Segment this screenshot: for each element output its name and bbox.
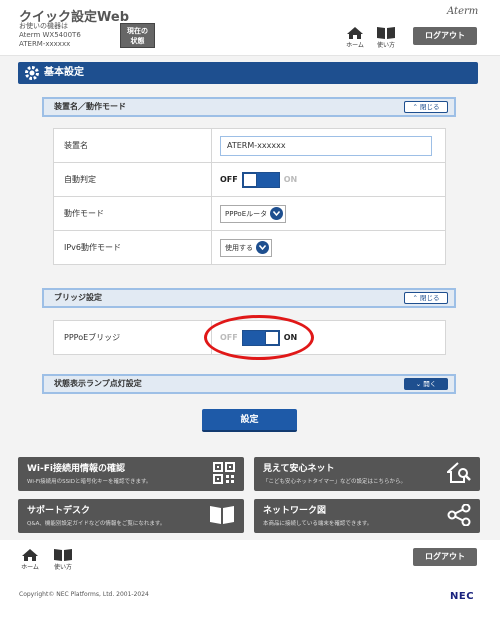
toggle-off-label: OFF xyxy=(220,175,238,184)
card-network-map[interactable]: ネットワーク図 本商品に接続している端末を確認できます。 xyxy=(254,499,480,533)
toggle-knob xyxy=(242,172,257,187)
table-row: 自動判定 OFF ON xyxy=(53,162,446,197)
toggle-on-label: ON xyxy=(283,175,298,184)
card-desc: Wi-Fi接続用のSSIDと暗号化キーを確認できます。 xyxy=(27,479,152,485)
card-desc: Q&A、機能別設定ガイドなどの情報をご覧になれます。 xyxy=(27,521,166,527)
expand-button[interactable]: ⌄ 開く xyxy=(404,378,448,390)
home-label: ホーム xyxy=(346,42,364,49)
expand-label: 開く xyxy=(423,380,437,388)
table-row: 動作モード PPPoEルータ xyxy=(53,196,446,231)
book-icon xyxy=(377,27,395,39)
current-status-button[interactable]: 現在の 状態 xyxy=(120,23,155,48)
current-status-label: 現在の 状態 xyxy=(127,27,148,45)
logout-button[interactable]: ログアウト xyxy=(413,27,477,45)
section-header-bridge: ブリッジ設定 ⌃ 閉じる xyxy=(42,288,456,308)
nec-logo: NEC xyxy=(450,591,475,602)
operation-mode-select[interactable]: PPPoEルータ xyxy=(220,204,287,223)
section-header-lamp: 状態表示ランプ点灯設定 ⌄ 開く xyxy=(42,374,456,394)
page-title-bar: 基本設定 xyxy=(18,62,478,84)
auto-detect-label: 自動判定 xyxy=(53,162,212,197)
chevron-down-icon xyxy=(270,207,284,220)
table-row: IPv6動作モード 使用する xyxy=(53,230,446,265)
home-icon xyxy=(22,549,38,561)
section-title: 状態表示ランプ点灯設定 xyxy=(54,379,142,388)
collapse-label: 閉じる xyxy=(420,103,440,111)
section-header-device-mode: 装置名／動作モード ⌃ 閉じる xyxy=(42,97,456,117)
share-network-icon xyxy=(447,503,471,530)
home-nav-button[interactable]: ホーム xyxy=(344,26,366,49)
qr-code-icon xyxy=(213,462,235,488)
device-name: ATERM-xxxxxx xyxy=(19,40,71,48)
auto-detect-toggle[interactable]: OFF ON xyxy=(220,171,298,188)
chevron-down-icon: ⌄ xyxy=(415,380,422,388)
select-value: 使用する xyxy=(225,243,253,252)
device-label: お使いの機器は xyxy=(19,22,68,30)
card-title: サポートデスク xyxy=(27,506,91,516)
help-nav-button[interactable]: 使い方 xyxy=(375,26,397,49)
copyright-text: Copyright© NEC Platforms, Ltd. 2001-2024 xyxy=(19,591,149,598)
card-title: ネットワーク図 xyxy=(263,506,327,516)
home-icon xyxy=(347,27,363,39)
card-desc: 本商品に接続している端末を確認できます。 xyxy=(263,521,373,527)
toggle-track xyxy=(241,171,280,188)
gear-icon xyxy=(24,65,40,90)
ipv6-mode-select[interactable]: 使用する xyxy=(220,238,272,257)
chevron-up-icon: ⌃ xyxy=(412,294,418,302)
table-row: 装置名 ATERM-xxxxxx xyxy=(53,128,446,163)
device-name-label: 装置名 xyxy=(53,128,212,163)
section-title: ブリッジ設定 xyxy=(54,293,102,302)
pppoe-bridge-label: PPPoEブリッジ xyxy=(53,320,212,355)
book-icon xyxy=(209,504,235,530)
select-value: PPPoEルータ xyxy=(225,209,268,218)
device-model: Aterm WX5400T6 xyxy=(19,31,81,39)
card-desc: 「こども安心ネットタイマー」などの設定はこちらから。 xyxy=(263,479,407,485)
book-icon xyxy=(54,549,72,561)
device-mode-table: 装置名 ATERM-xxxxxx 自動判定 OFF ON 動作モード PPPoE… xyxy=(53,128,446,265)
home-search-icon xyxy=(445,462,471,488)
chevron-down-icon xyxy=(256,241,269,254)
ipv6-mode-label: IPv6動作モード xyxy=(53,230,212,265)
card-title: 見えて安心ネット xyxy=(263,464,335,474)
card-title: Wi-Fi接続用情報の確認 xyxy=(27,464,125,474)
help-label: 使い方 xyxy=(53,564,72,571)
header: クイック設定Web お使いの機器は Aterm WX5400T6 ATERM-x… xyxy=(0,0,500,56)
home-label: ホーム xyxy=(21,564,39,571)
operation-mode-label: 動作モード xyxy=(53,196,212,231)
logout-button-bottom[interactable]: ログアウト xyxy=(413,548,477,566)
highlight-circle xyxy=(204,315,314,360)
card-mieru-anshin-net[interactable]: 見えて安心ネット 「こども安心ネットタイマー」などの設定はこちらから。 xyxy=(254,457,480,491)
page-title: 基本設定 xyxy=(44,67,84,78)
home-nav-button-bottom[interactable]: ホーム xyxy=(19,548,41,571)
chevron-up-icon: ⌃ xyxy=(412,103,418,111)
submit-settings-button[interactable]: 設定 xyxy=(202,409,297,432)
device-name-input[interactable]: ATERM-xxxxxx xyxy=(220,135,432,156)
collapse-label: 閉じる xyxy=(420,294,440,302)
card-wifi-info[interactable]: Wi-Fi接続用情報の確認 Wi-Fi接続用のSSIDと暗号化キーを確認できます… xyxy=(18,457,244,491)
collapse-button[interactable]: ⌃ 閉じる xyxy=(404,292,448,304)
help-label: 使い方 xyxy=(376,42,395,49)
aterm-logo: Aterm xyxy=(447,6,479,17)
section-title: 装置名／動作モード xyxy=(54,102,126,111)
help-nav-button-bottom[interactable]: 使い方 xyxy=(52,548,74,571)
card-support-desk[interactable]: サポートデスク Q&A、機能別設定ガイドなどの情報をご覧になれます。 xyxy=(18,499,244,533)
collapse-button[interactable]: ⌃ 閉じる xyxy=(404,101,448,113)
